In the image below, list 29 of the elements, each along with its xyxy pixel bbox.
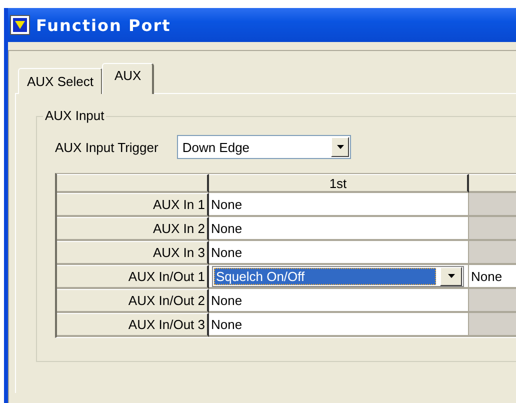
- disabled-cell: [469, 193, 516, 217]
- table-cell[interactable]: None: [209, 313, 469, 337]
- dropdown-button[interactable]: [331, 137, 350, 157]
- table-cell[interactable]: None: [209, 217, 469, 241]
- trigger-dropdown[interactable]: Down Edge: [177, 135, 352, 159]
- table-cell[interactable]: None: [209, 193, 469, 217]
- row-header: AUX In 2: [57, 217, 209, 241]
- row-header: AUX In/Out 2: [57, 289, 209, 313]
- row-header: AUX In/Out 3: [57, 313, 209, 337]
- tab[interactable]: AUX Select: [18, 68, 104, 94]
- window-title: Function Port: [36, 16, 171, 34]
- tab[interactable]: AUX: [102, 63, 154, 94]
- row-header: AUX In 1: [57, 193, 209, 217]
- caret-down-icon: [336, 145, 344, 149]
- caret-down-icon: [448, 274, 454, 278]
- trigger-label: AUX Input Trigger: [55, 140, 158, 154]
- app-logo-icon: [10, 15, 30, 35]
- disabled-cell: [469, 289, 516, 313]
- row-header: AUX In 3: [57, 241, 209, 265]
- disabled-cell: [469, 241, 516, 265]
- table-cell[interactable]: None: [209, 289, 469, 313]
- group-title: AUX Input: [43, 108, 106, 123]
- table-cell[interactable]: None: [469, 265, 516, 289]
- table-cell[interactable]: None: [209, 241, 469, 265]
- row-header: AUX In/Out 1: [57, 265, 209, 289]
- dropdown-button[interactable]: [440, 266, 462, 286]
- column-header: 1st: [209, 174, 469, 193]
- cell-dropdown[interactable]: Squelch On/Off: [212, 266, 464, 286]
- disabled-cell: [469, 217, 516, 241]
